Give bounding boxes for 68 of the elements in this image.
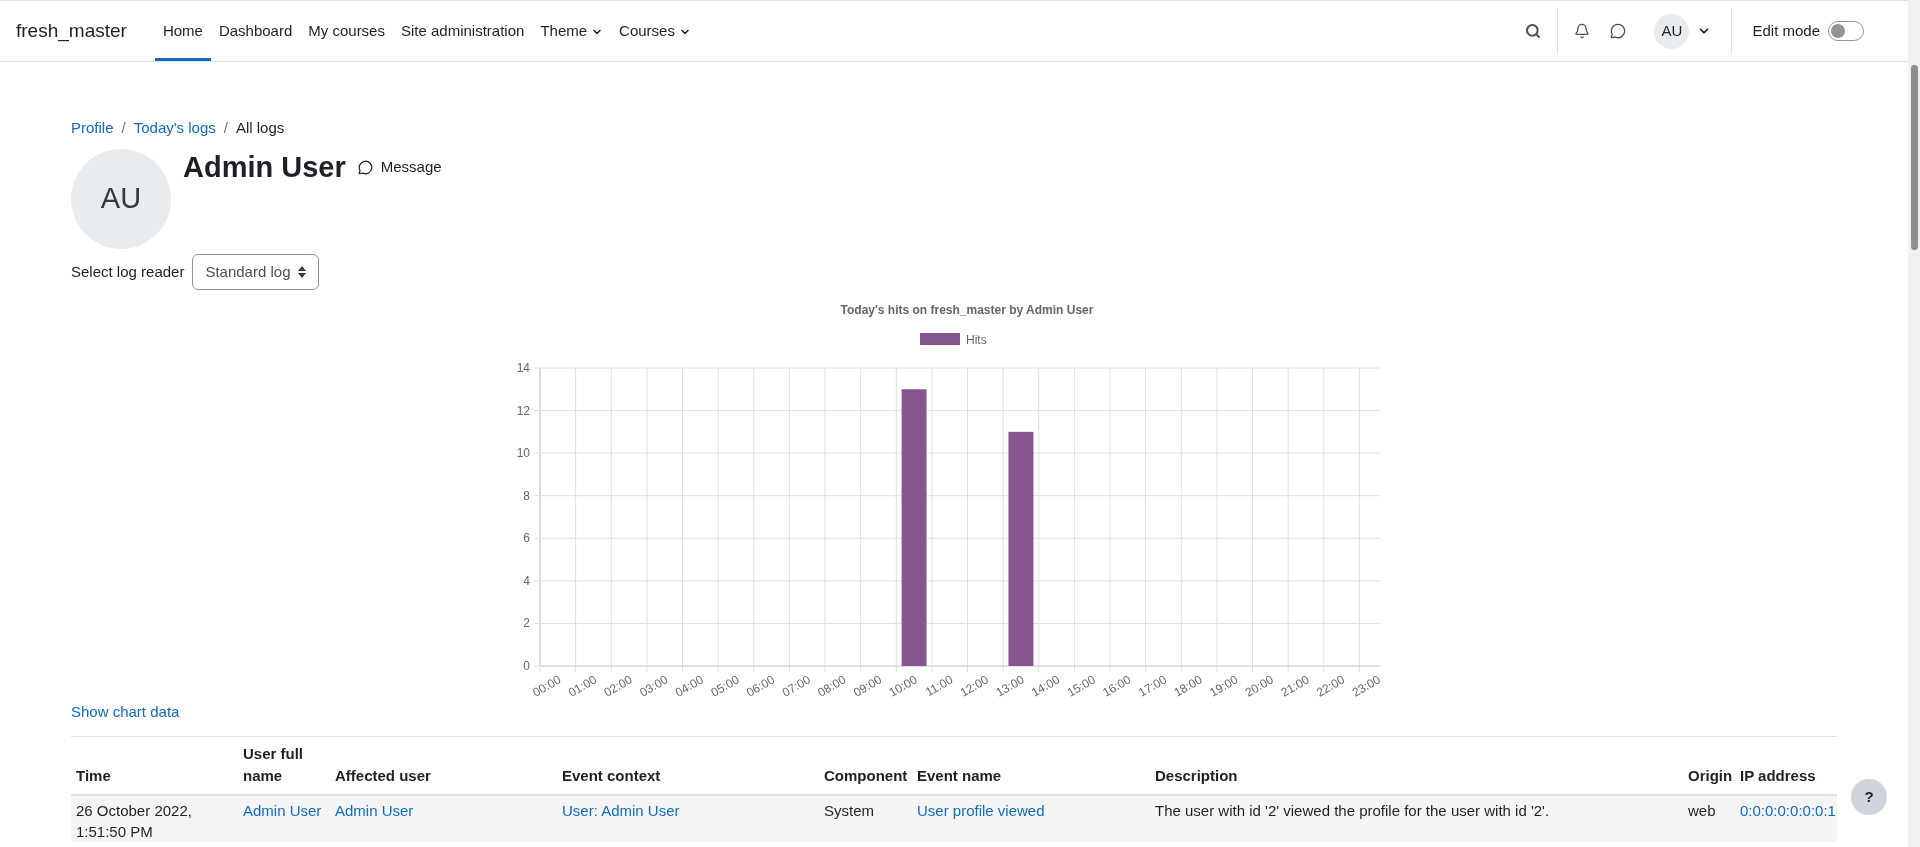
y-tick-label: 14 (516, 361, 530, 375)
column-header: Time (76, 767, 111, 784)
breadcrumb-separator: / (223, 117, 228, 138)
nav-link[interactable]: Dashboard (210, 1, 301, 61)
breadcrumb-link[interactable]: Profile (71, 116, 114, 140)
log-reader-select[interactable]: Standard log (192, 254, 320, 290)
chat-bubble-icon (357, 159, 373, 175)
column-header: Affected user (335, 767, 431, 784)
column-header: Event context (562, 767, 661, 784)
message-link[interactable]: Message (357, 157, 442, 177)
table-link[interactable]: 0:0:0:0:0:0:0:1 (1740, 801, 1836, 819)
y-tick-label: 12 (516, 403, 530, 418)
breadcrumb-link[interactable]: Today's logs (133, 116, 216, 140)
table-link[interactable]: Admin User (335, 801, 414, 819)
table-link[interactable]: Admin User (243, 801, 322, 819)
user-name-heading: Admin User (183, 150, 346, 185)
table-link[interactable]: User: Admin User (562, 801, 680, 819)
current-page-label: All logs (235, 117, 285, 138)
x-tick-label: 01:00 (565, 672, 599, 700)
nav-link[interactable]: Home (154, 1, 211, 61)
y-tick-label: 0 (523, 659, 530, 673)
table-cell: web (1688, 801, 1716, 819)
column-header: Description (1155, 767, 1238, 784)
user-avatar[interactable]: AU (1654, 13, 1690, 49)
x-tick-label: 03:00 (637, 672, 671, 700)
column-header: Origin (1688, 767, 1733, 784)
nav-link[interactable]: Site administration (392, 1, 533, 61)
log-reader-label: Select log reader (71, 261, 185, 282)
x-tick-label: 00:00 (530, 672, 564, 700)
y-tick-label: 2 (523, 616, 530, 631)
search-icon[interactable] (1525, 23, 1542, 39)
chart-title: Today's hits on fresh_master by Admin User (840, 303, 1094, 317)
y-tick-label: 6 (523, 531, 530, 546)
column-header: User full name (243, 744, 303, 784)
legend-swatch (920, 333, 960, 345)
x-tick-label: 08:00 (815, 672, 849, 700)
x-tick-label: 11:00 (922, 672, 956, 700)
help-button[interactable]: ? (1851, 779, 1887, 815)
nav-link[interactable]: Courses (611, 1, 699, 61)
y-tick-label: 8 (523, 488, 530, 503)
profile-avatar: AU (71, 149, 171, 249)
legend-label: Hits (966, 333, 987, 347)
y-tick-label: 4 (523, 573, 530, 588)
nav-link[interactable]: My courses (300, 1, 393, 61)
x-tick-label: 06:00 (744, 672, 778, 700)
column-header: Event name (917, 767, 1002, 784)
table-cell: 26 October 2022, 1:51:50 PM (76, 801, 192, 840)
nav-link[interactable]: Theme (532, 1, 612, 61)
edit-mode-label: Edit mode (1752, 20, 1820, 41)
x-tick-label: 04:00 (672, 672, 706, 700)
scrollbar[interactable] (1908, 0, 1920, 847)
x-tick-label: 09:00 (850, 672, 884, 700)
show-chart-data-link[interactable]: Show chart data (71, 701, 180, 724)
x-tick-label: 07:00 (779, 672, 813, 700)
table-cell: System (824, 801, 874, 819)
bell-icon[interactable] (1574, 23, 1591, 39)
column-header: Component (824, 767, 908, 784)
x-tick-label: 05:00 (708, 672, 742, 700)
edit-mode-switch[interactable] (1828, 21, 1864, 41)
breadcrumb-separator: / (121, 117, 126, 138)
chat-bubble-icon[interactable] (1610, 23, 1627, 39)
x-tick-label: 02:00 (601, 672, 635, 700)
sort-arrows-icon (298, 266, 307, 278)
table-cell: The user with id '2' viewed the profile for the user with id '2'. (1155, 801, 1550, 819)
table-link[interactable]: User profile viewed (917, 801, 1045, 819)
column-header: IP address (1740, 767, 1816, 784)
y-tick-label: 10 (516, 446, 530, 461)
site-name[interactable]: fresh_master (16, 16, 127, 46)
